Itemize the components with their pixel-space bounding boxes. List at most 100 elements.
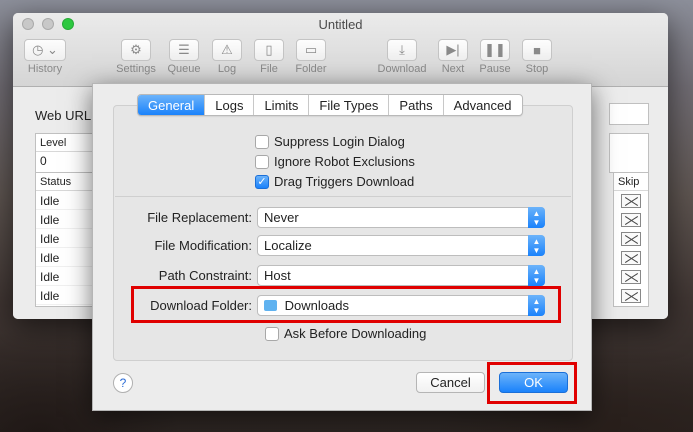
path-constraint-popup[interactable]: Host ▲ ▼ (257, 265, 545, 286)
settings-toolbar-item[interactable]: ⚙ Settings (113, 39, 159, 75)
folder-icon: ▭ (304, 42, 318, 57)
path-constraint-value: Host (264, 268, 291, 283)
tab-general[interactable]: General (138, 95, 206, 115)
ask-before-checkbox[interactable] (265, 326, 279, 341)
skip-row (614, 267, 648, 286)
next-button[interactable]: ▶| (438, 39, 468, 61)
warning-icon: ⚠ (221, 42, 233, 57)
title-bar: Untitled ◷ ⌄ History ⚙ Settings ☰ Queue … (13, 13, 668, 87)
file-modification-value: Localize (264, 238, 312, 253)
skip-row (614, 248, 648, 267)
tab-advanced[interactable]: Advanced (444, 95, 522, 115)
ask-before-option[interactable]: Ask Before Downloading (265, 326, 426, 341)
history-button[interactable]: ◷ ⌄ (24, 39, 66, 61)
table-row[interactable]: Idle (36, 286, 96, 305)
checkmark-icon: ✓ (257, 175, 267, 188)
file-modification-popup[interactable]: Localize ▲ ▼ (257, 235, 545, 256)
folder-icon (264, 300, 277, 311)
ignore-robot-option[interactable]: Ignore Robot Exclusions (255, 154, 415, 169)
folder-toolbar-item[interactable]: ▭ Folder (291, 39, 331, 75)
table-row[interactable]: Idle (36, 267, 96, 286)
log-button[interactable]: ⚠ (212, 39, 242, 61)
level-header: Level (36, 134, 96, 152)
table-row[interactable]: Idle (36, 191, 96, 210)
ignore-robot-checkbox[interactable] (255, 154, 269, 169)
suppress-login-checkbox[interactable] (255, 134, 269, 149)
file-button[interactable]: ▯ (254, 39, 284, 61)
popup-arrows-icon: ▲ ▼ (528, 235, 545, 256)
file-toolbar-item[interactable]: ▯ File (253, 39, 285, 75)
file-modification-label: File Modification: (154, 238, 252, 253)
drag-triggers-option[interactable]: ✓ Drag Triggers Download (255, 174, 414, 189)
skip-x-icon[interactable] (621, 250, 641, 265)
skip-x-icon[interactable] (621, 212, 641, 227)
log-toolbar-item[interactable]: ⚠ Log (211, 39, 243, 75)
skip-x-icon[interactable] (621, 193, 641, 208)
next-toolbar-item[interactable]: ▶| Next (436, 39, 470, 75)
level-table: Level 0 (35, 133, 97, 173)
settings-tabs: General Logs Limits File Types Paths Adv… (137, 94, 523, 116)
drag-triggers-checkbox[interactable]: ✓ (255, 174, 269, 189)
pause-toolbar-item[interactable]: ❚❚ Pause (477, 39, 513, 75)
download-folder-value: Downloads (284, 298, 349, 313)
download-toolbar-item[interactable]: ⤓ Download (374, 39, 430, 75)
level-value[interactable]: 0 (36, 152, 96, 170)
folder-button[interactable]: ▭ (296, 39, 326, 61)
skip-x-icon[interactable] (621, 288, 641, 303)
status-column-header[interactable]: Status (36, 173, 96, 191)
queue-toolbar-item[interactable]: ☰ Queue (164, 39, 204, 75)
queue-label: Queue (167, 63, 201, 75)
suppress-login-option[interactable]: Suppress Login Dialog (255, 134, 405, 149)
list-icon: ☰ (178, 42, 190, 57)
settings-button[interactable]: ⚙ (121, 39, 151, 61)
file-label: File (260, 63, 278, 75)
skip-row (614, 286, 648, 305)
skip-x-icon[interactable] (621, 269, 641, 284)
status-table: Status Idle Idle Idle Idle Idle Idle (35, 172, 97, 307)
stop-button[interactable]: ■ (522, 39, 552, 61)
ok-button[interactable]: OK (499, 372, 568, 393)
table-row[interactable]: Idle (36, 229, 96, 248)
download-folder-popup[interactable]: Downloads ▲ ▼ (257, 295, 545, 316)
skip-row (614, 229, 648, 248)
popup-arrows-icon: ▲ ▼ (528, 207, 545, 228)
popup-arrows-icon: ▲ ▼ (528, 265, 545, 286)
file-replacement-popup[interactable]: Never ▲ ▼ (257, 207, 545, 228)
pause-icon: ❚❚ (484, 42, 506, 57)
table-row[interactable]: Idle (36, 210, 96, 229)
table-row[interactable]: Idle (36, 248, 96, 267)
help-button[interactable]: ? (113, 373, 133, 393)
stop-label: Stop (525, 63, 549, 75)
skip-column-header[interactable]: Skip (614, 173, 648, 191)
stop-toolbar-item[interactable]: ■ Stop (520, 39, 554, 75)
download-button[interactable]: ⤓ (387, 39, 417, 61)
ask-before-label: Ask Before Downloading (284, 326, 427, 341)
stop-icon: ■ (533, 42, 541, 58)
history-label: History (27, 63, 63, 75)
skip-forward-icon: ▶| (446, 42, 460, 57)
skip-row (614, 191, 648, 210)
pause-button[interactable]: ❚❚ (480, 39, 510, 61)
pause-label: Pause (479, 63, 511, 75)
skip-x-icon[interactable] (621, 231, 641, 246)
drag-triggers-label: Drag Triggers Download (274, 174, 415, 189)
queue-button[interactable]: ☰ (169, 39, 199, 61)
settings-sheet: General Logs Limits File Types Paths Adv… (92, 83, 592, 411)
tab-file-types[interactable]: File Types (309, 95, 390, 115)
download-label: Download (377, 63, 427, 75)
file-replacement-value: Never (264, 210, 299, 225)
tab-limits[interactable]: Limits (254, 95, 310, 115)
document-icon: ▯ (265, 42, 273, 57)
tab-paths[interactable]: Paths (389, 95, 444, 115)
tab-logs[interactable]: Logs (205, 95, 255, 115)
gear-icon: ⚙ (130, 42, 142, 57)
history-toolbar-item[interactable]: ◷ ⌄ History (19, 39, 71, 75)
skip-row (614, 210, 648, 229)
suppress-login-label: Suppress Login Dialog (274, 134, 405, 149)
cancel-button[interactable]: Cancel (416, 372, 485, 393)
web-url-field[interactable] (609, 103, 649, 125)
download-folder-label: Download Folder: (150, 298, 252, 313)
download-icon: ⤓ (399, 42, 405, 57)
web-url-label: Web URL: (35, 108, 95, 123)
popup-arrows-icon: ▲ ▼ (528, 295, 545, 316)
